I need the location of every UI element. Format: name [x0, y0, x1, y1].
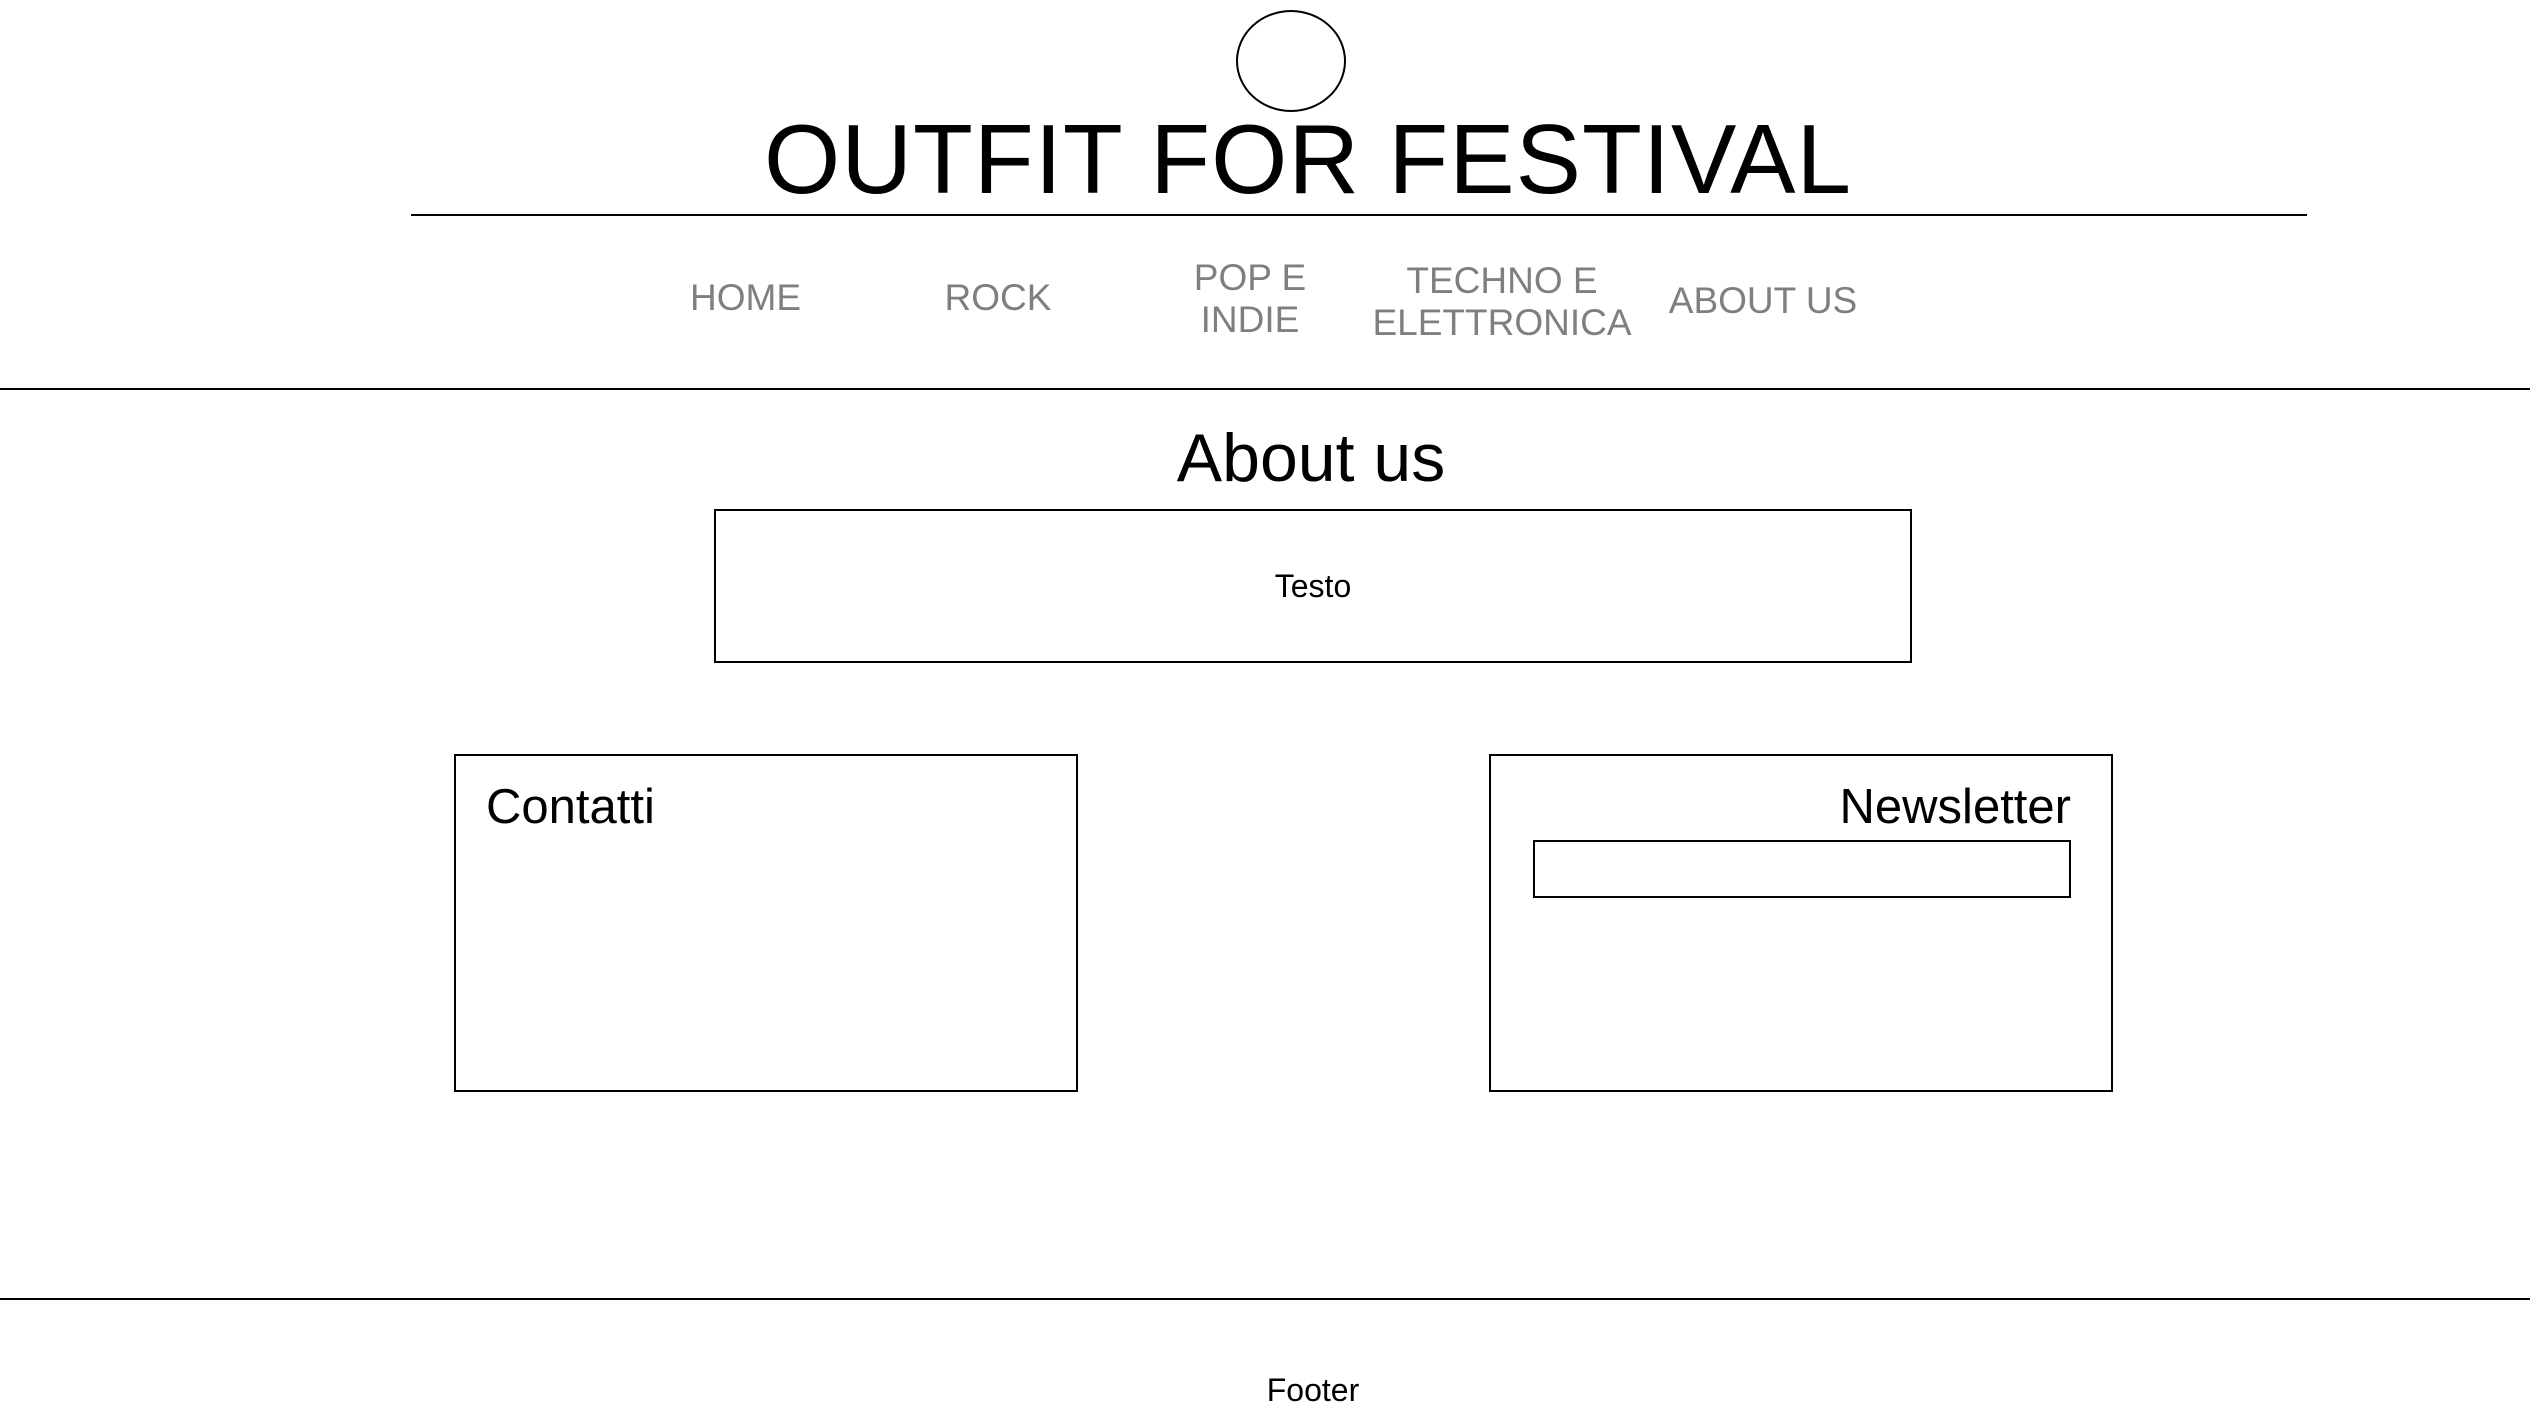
- footer-text: Footer: [1266, 1372, 1360, 1408]
- page: OUTFIT FOR FESTIVAL HOME ROCK POP E INDI…: [0, 0, 2530, 1412]
- page-heading: About us: [1176, 420, 1446, 496]
- nav-item-label-line2: ELETTRONICA: [1372, 302, 1632, 343]
- nav-item-rock[interactable]: ROCK: [938, 277, 1058, 319]
- nav-item-label: ABOUT US: [1668, 280, 1858, 321]
- nav-item-label-line1: POP E: [1193, 257, 1307, 298]
- site-title: OUTFIT FOR FESTIVAL: [763, 104, 1852, 214]
- footer-divider: [0, 1298, 2530, 1300]
- newsletter-title: Newsletter: [1839, 780, 2071, 834]
- nav-item-label: HOME: [690, 277, 801, 318]
- footer: Footer: [0, 1370, 2530, 1410]
- nav-item-techno-e-elettronica[interactable]: TECHNO E ELETTRONICA: [1370, 260, 1634, 344]
- newsletter-input[interactable]: [1533, 840, 2071, 898]
- nav-item-label-line1: TECHNO E: [1406, 260, 1598, 301]
- nav-item-pop-e-indie[interactable]: POP E INDIE: [1180, 257, 1320, 341]
- title-divider: [411, 214, 2307, 216]
- nav-item-label: ROCK: [944, 277, 1052, 318]
- nav-item-home[interactable]: HOME: [690, 277, 801, 319]
- nav-item-about-us[interactable]: ABOUT US: [1668, 280, 1858, 322]
- main-nav: HOME ROCK POP E INDIE TECHNO E ELETTRONI…: [0, 250, 2530, 360]
- contacts-title: Contatti: [486, 780, 655, 834]
- logo-circle[interactable]: [1236, 10, 1346, 112]
- contacts-card: Contatti: [454, 754, 1078, 1092]
- newsletter-card: Newsletter: [1489, 754, 2113, 1092]
- nav-divider: [0, 388, 2530, 390]
- about-text-box: Testo: [714, 509, 1912, 663]
- about-text: Testo: [1274, 567, 1352, 604]
- nav-item-label-line2: INDIE: [1200, 299, 1300, 340]
